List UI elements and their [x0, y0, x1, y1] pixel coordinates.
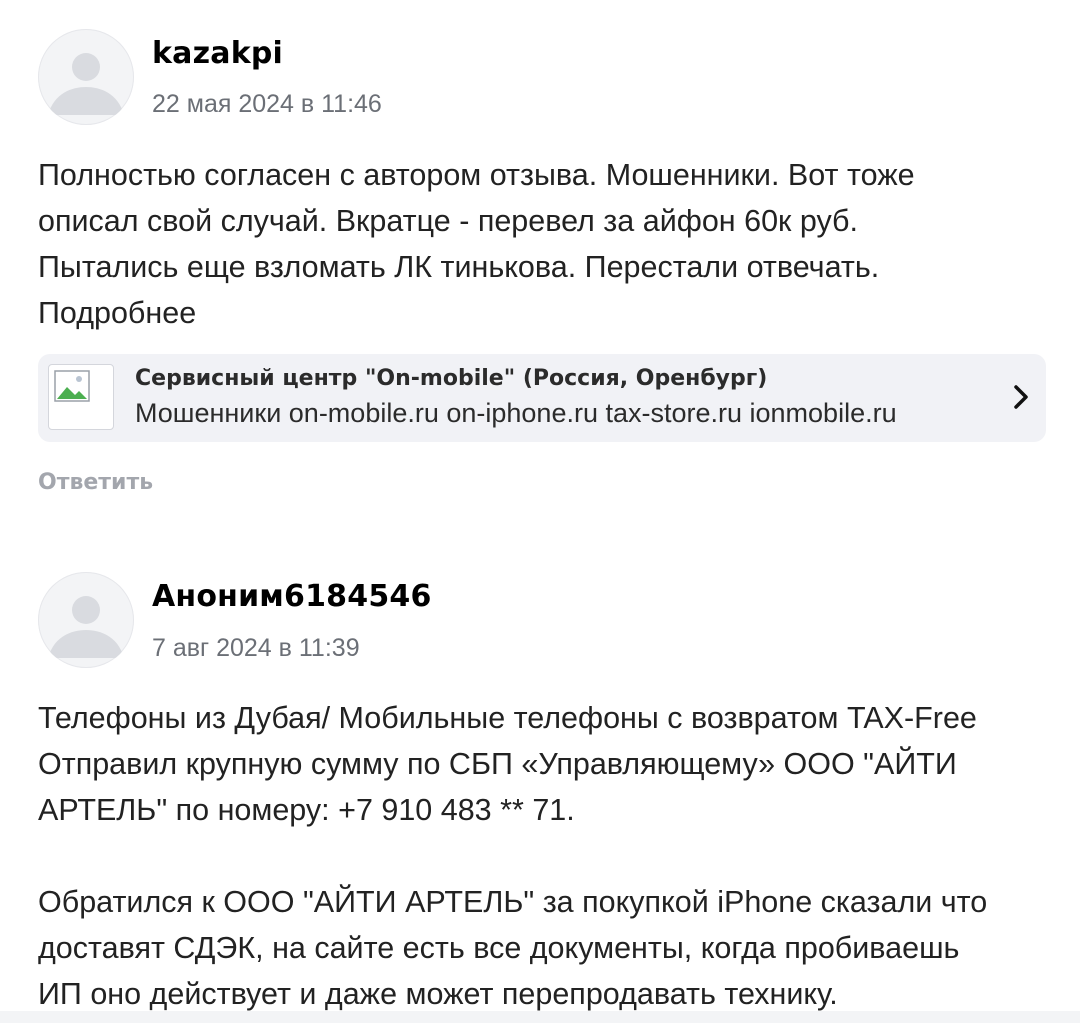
- comment-text: Телефоны из Дубая/ Мобильные телефоны с …: [38, 695, 1048, 1017]
- avatar[interactable]: [38, 572, 134, 668]
- user-silhouette-icon: [48, 596, 124, 658]
- author-name[interactable]: Аноним6184546: [152, 579, 432, 614]
- comment-line: АРТЕЛЬ" по номеру: +7 910 483 ** 71.: [38, 793, 575, 827]
- comment-line: Пытались еще взломать ЛК тинькова. Перес…: [38, 250, 880, 284]
- reply-button[interactable]: Ответить: [38, 470, 153, 495]
- chevron-right-icon: [1014, 385, 1028, 409]
- comment-text: Полностью согласен с автором отзыва. Мош…: [38, 152, 1048, 336]
- link-title[interactable]: Сервисный центр "On-mobile" (Россия, Оре…: [135, 366, 767, 391]
- comment-line: доставят СДЭК, на сайте есть все докумен…: [38, 931, 960, 965]
- comment-line: Отправил крупную сумму по СБП «Управляющ…: [38, 747, 957, 781]
- user-silhouette-icon: [48, 53, 124, 115]
- avatar[interactable]: [38, 29, 134, 125]
- broken-image-icon: [48, 364, 114, 430]
- comment-line: Обратился к ООО "АЙТИ АРТЕЛЬ" за покупко…: [38, 885, 988, 919]
- author-name[interactable]: kazakpi: [152, 36, 283, 71]
- link-description: Мошенники on-mobile.ru on-iphone.ru tax-…: [135, 398, 897, 428]
- bottom-bar: [0, 1011, 1080, 1023]
- comment-date: 22 мая 2024 в 11:46: [152, 90, 382, 118]
- comment-line: Телефоны из Дубая/ Мобильные телефоны с …: [38, 701, 977, 735]
- comment-line: Полностью согласен с автором отзыва. Мош…: [38, 158, 915, 192]
- comment-date: 7 авг 2024 в 11:39: [152, 634, 360, 662]
- comment-line: Подробнее: [38, 296, 197, 330]
- link-preview-card[interactable]: Сервисный центр "On-mobile" (Россия, Оре…: [38, 354, 1046, 442]
- comment-line: описал свой случай. Вкратце - перевел за…: [38, 204, 859, 238]
